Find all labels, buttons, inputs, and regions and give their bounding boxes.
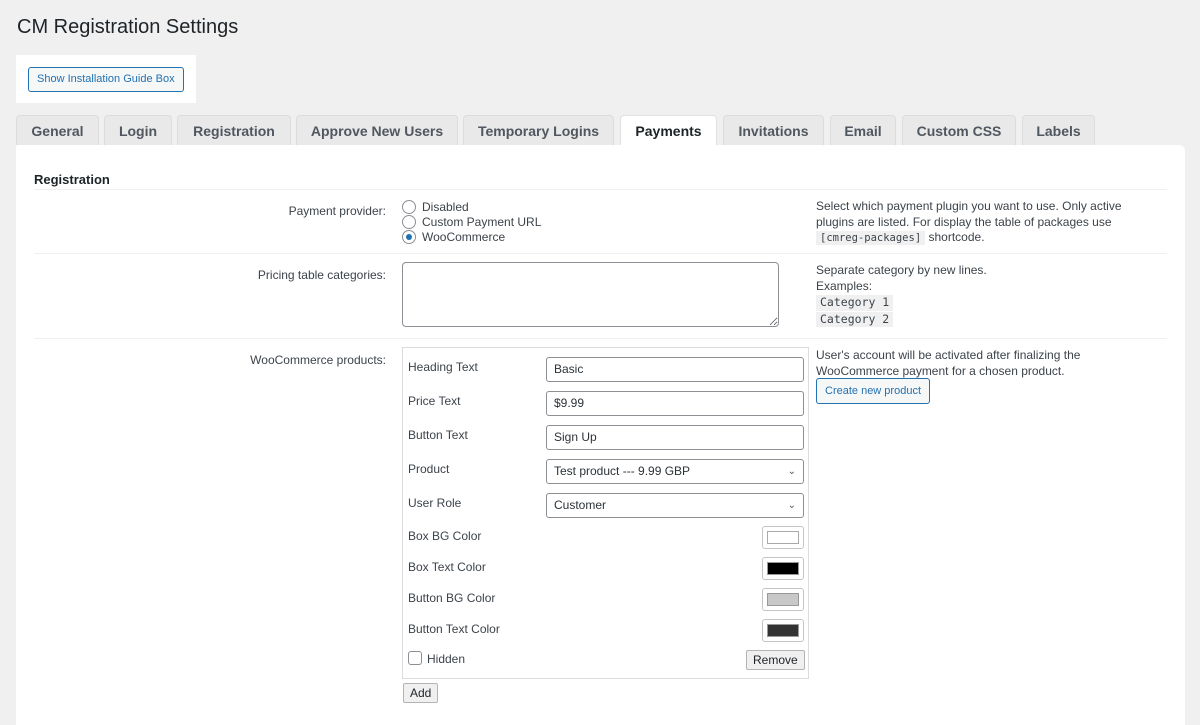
divider — [34, 253, 1167, 254]
box-text-color-picker[interactable] — [762, 557, 804, 580]
user-role-select-value: Customer — [554, 498, 607, 512]
product-select[interactable]: Test product --- 9.99 GBP ⌄ — [546, 459, 804, 484]
radio-button[interactable] — [402, 214, 416, 229]
tab-approve-new-users[interactable]: Approve New Users — [296, 115, 458, 145]
color-swatch — [767, 531, 799, 544]
woocommerce-products-description: User's account will be activated after f… — [816, 348, 1081, 378]
box-bg-color-label: Box BG Color — [408, 529, 482, 543]
create-new-product-button[interactable]: Create new product — [816, 378, 930, 404]
section-title: Registration — [34, 172, 110, 187]
tab-labels[interactable]: Labels — [1022, 115, 1095, 145]
radio-button[interactable] — [402, 199, 416, 214]
show-installation-guide-button[interactable]: Show Installation Guide Box — [28, 67, 184, 92]
button-text-color-picker[interactable] — [762, 619, 804, 642]
color-swatch — [767, 562, 799, 575]
tab-payments[interactable]: Payments — [620, 115, 717, 146]
button-bg-color-picker[interactable] — [762, 588, 804, 611]
description-line: Examples: — [816, 278, 873, 293]
radio-button-checked[interactable] — [402, 229, 416, 244]
radio-custom-payment-url[interactable]: Custom Payment URL — [402, 214, 541, 229]
radio-label: Disabled — [422, 199, 469, 214]
chevron-down-icon: ⌄ — [787, 500, 796, 511]
tab-email[interactable]: Email — [830, 115, 896, 145]
tab-invitations[interactable]: Invitations — [723, 115, 824, 145]
description-text: Select which payment plugin you want to … — [816, 199, 1122, 229]
tab-registration[interactable]: Registration — [177, 115, 291, 145]
radio-woocommerce[interactable]: WooCommerce — [402, 229, 505, 244]
hidden-checkbox[interactable] — [408, 651, 422, 665]
hidden-label: Hidden — [427, 652, 466, 666]
example-code: Category 2 — [816, 311, 894, 327]
user-role-select[interactable]: Customer ⌄ — [546, 493, 804, 518]
pricing-categories-textarea[interactable] — [402, 262, 779, 327]
example-code: Category 1 — [816, 295, 894, 311]
guide-box-container: Show Installation Guide Box — [16, 55, 196, 103]
description-suffix: shortcode. — [928, 230, 985, 244]
color-swatch — [767, 624, 799, 637]
tab-general[interactable]: General — [16, 115, 99, 145]
pricing-categories-label: Pricing table categories: — [257, 268, 386, 282]
radio-label: Custom Payment URL — [422, 214, 542, 229]
heading-text-label: Heading Text — [408, 360, 478, 374]
product-box: Heading Text Basic Price Text $9.99 Butt… — [402, 347, 809, 679]
divider — [34, 189, 1167, 190]
tab-custom-css[interactable]: Custom CSS — [902, 115, 1016, 145]
heading-text-input[interactable]: Basic — [546, 357, 804, 382]
tab-temporary-logins[interactable]: Temporary Logins — [463, 115, 614, 145]
shortcode: [cmreg-packages] — [816, 231, 926, 245]
user-role-label: User Role — [408, 496, 462, 510]
color-swatch — [767, 593, 799, 606]
settings-panel: Registration Payment provider: Disabled … — [16, 145, 1185, 725]
payment-provider-label: Payment provider: — [288, 204, 386, 218]
button-text-color-label: Button Text Color — [408, 622, 500, 636]
radio-label: WooCommerce — [422, 229, 506, 244]
button-text-label: Button Text — [408, 428, 468, 442]
box-text-color-label: Box Text Color — [408, 560, 486, 574]
remove-product-button[interactable]: Remove — [746, 650, 805, 670]
divider — [34, 338, 1167, 339]
payment-provider-description: Select which payment plugin you want to … — [816, 199, 1136, 247]
woocommerce-products-label: WooCommerce products: — [250, 353, 386, 367]
description-line: Separate category by new lines. — [816, 263, 987, 277]
price-text-input[interactable]: $9.99 — [546, 391, 804, 416]
chevron-down-icon: ⌄ — [787, 466, 796, 477]
price-text-label: Price Text — [408, 394, 461, 408]
page-title: CM Registration Settings — [17, 16, 239, 38]
radio-disabled[interactable]: Disabled — [402, 199, 469, 214]
button-text-input[interactable]: Sign Up — [546, 425, 804, 450]
button-bg-color-label: Button BG Color — [408, 591, 496, 605]
product-select-value: Test product --- 9.99 GBP — [554, 464, 691, 478]
add-product-button[interactable]: Add — [403, 683, 439, 703]
pricing-categories-description: Separate category by new lines. Examples… — [816, 263, 987, 327]
box-bg-color-picker[interactable] — [762, 526, 804, 549]
tab-login[interactable]: Login — [104, 115, 172, 145]
product-label: Product — [408, 462, 450, 476]
